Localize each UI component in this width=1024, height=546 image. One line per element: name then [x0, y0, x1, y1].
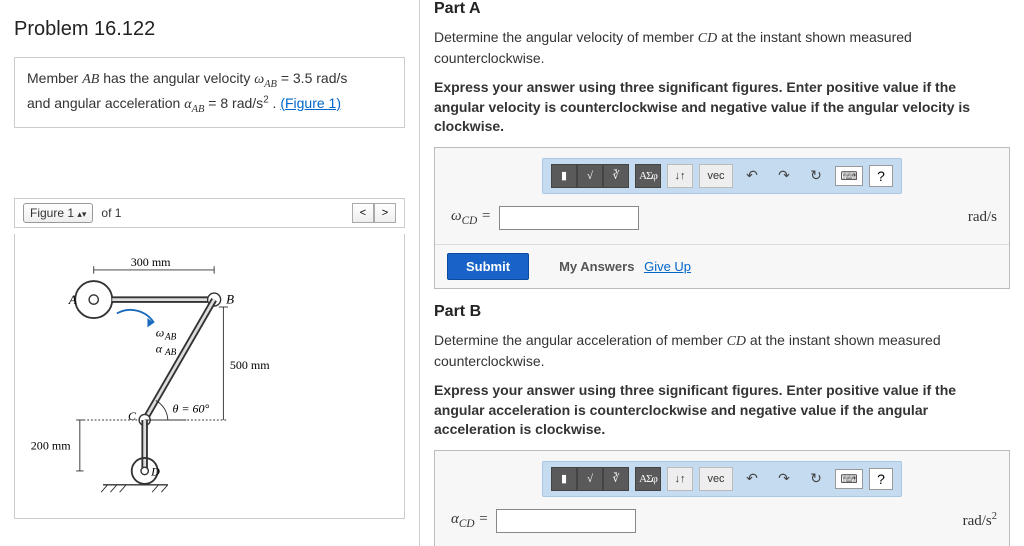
figure-prev-button[interactable]: <	[352, 203, 374, 223]
sqrt-button[interactable]: √	[577, 164, 603, 188]
part-b-instruction: Express your answer using three signific…	[434, 381, 1010, 440]
updown-button[interactable]: ↓↑	[667, 164, 693, 188]
label-b: B	[226, 291, 234, 306]
template-button[interactable]: ▮	[551, 164, 577, 188]
greek-button[interactable]: ΑΣφ	[635, 467, 661, 491]
part-b-variable: αCD =	[451, 511, 488, 530]
part-a-variable: ωCD =	[451, 208, 491, 227]
template-button[interactable]: ▮	[551, 467, 577, 491]
part-a-answer-box: ▮ √ ∛ ΑΣφ ↓↑ vec ↶ ↷ ↻ ⌨ ? ωCD = rad/s S…	[434, 147, 1010, 289]
keyboard-icon[interactable]: ⌨	[835, 469, 863, 489]
equation-toolbar-b: ▮ √ ∛ ΑΣφ ↓↑ vec ↶ ↷ ↻ ⌨ ?	[542, 461, 902, 497]
part-a-submit-button[interactable]: Submit	[447, 253, 529, 280]
text: and angular acceleration	[27, 95, 184, 111]
part-a-question: Determine the angular velocity of member…	[434, 28, 1010, 68]
part-a-title: Part A	[434, 0, 1010, 18]
vec-button[interactable]: vec	[699, 164, 733, 188]
problem-description: Member AB has the angular velocity ωAB =…	[14, 57, 405, 128]
label-d: D	[150, 465, 160, 479]
root-button[interactable]: ∛	[603, 164, 629, 188]
updown-button[interactable]: ↓↑	[667, 467, 693, 491]
figure-header: Figure 1 ▴▾ of 1 < >	[14, 198, 405, 228]
help-button[interactable]: ?	[869, 165, 893, 187]
figure-canvas: A B 300 mm C θ = 60°	[14, 234, 405, 519]
svg-text:AB: AB	[164, 333, 177, 343]
label-a: A	[68, 292, 77, 307]
greek-button[interactable]: ΑΣφ	[635, 164, 661, 188]
dim-300: 300 mm	[131, 255, 171, 269]
reset-icon[interactable]: ↻	[803, 467, 829, 491]
vec-button[interactable]: vec	[699, 467, 733, 491]
val: = 8 rad/s	[204, 95, 263, 111]
figure-label-text: Figure 1	[30, 206, 74, 220]
part-b-answer-box: ▮ √ ∛ ΑΣφ ↓↑ vec ↶ ↷ ↻ ⌨ ? αCD = rad/s2 …	[434, 450, 1010, 546]
my-answers-link[interactable]: My Answers	[559, 259, 634, 274]
redo-icon[interactable]: ↷	[771, 467, 797, 491]
stepper-icon[interactable]: ▴▾	[77, 211, 86, 218]
part-b-question: Determine the angular acceleration of me…	[434, 331, 1010, 371]
root-button[interactable]: ∛	[603, 467, 629, 491]
figure-link[interactable]: (Figure 1)	[280, 95, 341, 111]
sqrt-button[interactable]: √	[577, 467, 603, 491]
help-button[interactable]: ?	[869, 468, 893, 490]
reset-icon[interactable]: ↻	[803, 164, 829, 188]
val: = 3.5 rad/s	[277, 70, 347, 86]
redo-icon[interactable]: ↷	[771, 164, 797, 188]
dim-200: 200 mm	[31, 439, 71, 453]
alpha-ab-label: α	[156, 341, 163, 355]
problem-title: Problem 16.122	[14, 18, 405, 41]
part-a-instruction: Express your answer using three signific…	[434, 78, 1010, 137]
figure-selector[interactable]: Figure 1 ▴▾	[23, 203, 93, 223]
keyboard-icon[interactable]: ⌨	[835, 166, 863, 186]
undo-icon[interactable]: ↶	[739, 164, 765, 188]
text: has the angular velocity	[99, 70, 254, 86]
part-b-input[interactable]	[496, 509, 636, 533]
part-b-title: Part B	[434, 303, 1010, 321]
theta-label: θ = 60°	[172, 402, 209, 416]
text: Member	[27, 70, 82, 86]
undo-icon[interactable]: ↶	[739, 467, 765, 491]
give-up-link[interactable]: Give Up	[644, 259, 691, 274]
sub: AB	[264, 79, 277, 90]
var: α	[184, 97, 191, 112]
part-a-units: rad/s	[968, 209, 997, 226]
label-c: C	[128, 409, 137, 423]
dim-500: 500 mm	[230, 358, 270, 372]
var: ω	[254, 72, 264, 87]
figure-next-button[interactable]: >	[374, 203, 396, 223]
part-a-input[interactable]	[499, 206, 639, 230]
omega-ab-label: ω	[156, 326, 165, 340]
part-b-units: rad/s2	[963, 511, 997, 530]
var: AB	[82, 72, 99, 87]
sub: AB	[192, 103, 205, 114]
figure-count: of 1	[101, 206, 121, 220]
text: .	[269, 95, 281, 111]
svg-text:AB: AB	[164, 348, 177, 358]
equation-toolbar: ▮ √ ∛ ΑΣφ ↓↑ vec ↶ ↷ ↻ ⌨ ?	[542, 158, 902, 194]
